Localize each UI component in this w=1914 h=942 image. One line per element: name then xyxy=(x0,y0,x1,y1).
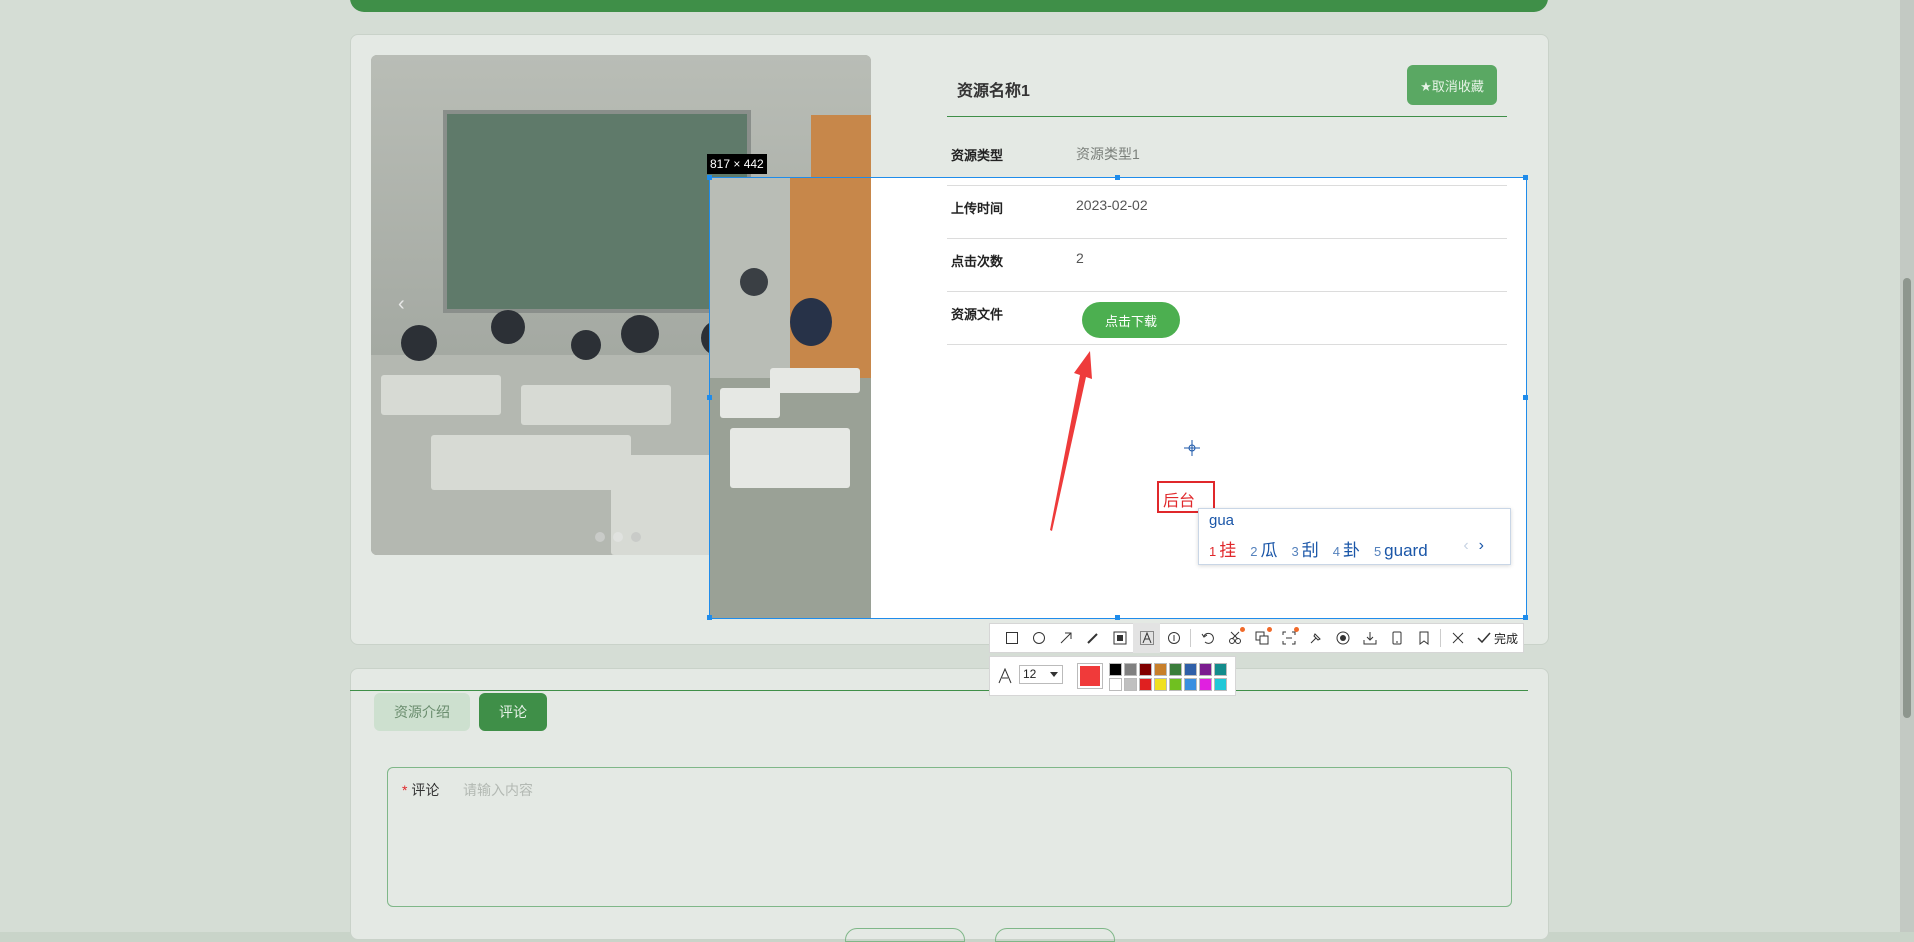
ocr-icon[interactable] xyxy=(1275,623,1302,653)
row-value-upload-time: 2023-02-02 xyxy=(1076,197,1148,213)
comment-textarea[interactable] xyxy=(387,767,1512,907)
crosshair-cursor-icon xyxy=(1184,440,1200,456)
comment-label: * 评论 xyxy=(402,782,440,798)
row-label-clicks: 点击次数 xyxy=(951,254,1004,269)
top-banner xyxy=(350,0,1548,12)
color-swatch[interactable] xyxy=(1199,678,1212,691)
translate-icon[interactable] xyxy=(1248,623,1275,653)
title-divider xyxy=(947,116,1507,117)
color-swatch[interactable] xyxy=(1184,678,1197,691)
color-swatch[interactable] xyxy=(1109,678,1122,691)
mosaic-tool-icon[interactable] xyxy=(1106,623,1133,653)
cut-icon[interactable] xyxy=(1221,623,1248,653)
color-swatch[interactable] xyxy=(1124,663,1137,676)
row-label-type: 资源类型 xyxy=(951,148,1004,163)
reset-button[interactable] xyxy=(995,928,1115,942)
ime-candidate-window: gua 1挂 2瓜 3刮 4卦 5 guard ‹ › xyxy=(1198,508,1511,565)
arrow-annotation xyxy=(1050,351,1092,531)
undo-icon[interactable] xyxy=(1194,623,1221,653)
record-icon[interactable] xyxy=(1329,623,1356,653)
row-divider xyxy=(947,291,1507,292)
ellipse-tool-icon[interactable] xyxy=(1025,623,1052,653)
color-swatch[interactable] xyxy=(1169,663,1182,676)
scrollbar[interactable] xyxy=(1900,0,1914,932)
check-icon xyxy=(1477,632,1491,644)
unfavorite-button[interactable]: ★取消收藏 xyxy=(1407,65,1497,105)
ime-candidate[interactable]: 5 guard xyxy=(1374,541,1428,561)
row-value-clicks: 2 xyxy=(1076,250,1084,266)
ime-prev-page-icon[interactable]: ‹ xyxy=(1463,537,1468,554)
row-label-file: 资源文件 xyxy=(951,307,1004,322)
row-divider xyxy=(947,344,1507,345)
tabs-divider xyxy=(350,690,1528,691)
color-swatch[interactable] xyxy=(1214,663,1227,676)
color-palette[interactable] xyxy=(1109,663,1227,691)
ime-next-page-icon[interactable]: › xyxy=(1479,537,1484,554)
selection-size-label: 817 × 442 xyxy=(707,154,767,174)
text-tool-icon[interactable] xyxy=(1133,623,1160,653)
arrow-tool-icon[interactable] xyxy=(1052,623,1079,653)
rectangle-tool-icon[interactable] xyxy=(998,623,1025,653)
download-button[interactable]: 点击下载 xyxy=(1082,302,1180,338)
cancel-icon[interactable] xyxy=(1444,623,1471,653)
tab-comments[interactable]: 评论 xyxy=(479,693,547,731)
carousel-prev-button[interactable]: ‹ xyxy=(398,293,405,316)
color-swatch[interactable] xyxy=(1139,663,1152,676)
tab-intro[interactable]: 资源介绍 xyxy=(374,693,470,731)
color-swatch[interactable] xyxy=(1124,678,1137,691)
color-swatch[interactable] xyxy=(1109,663,1122,676)
row-value-type: 资源类型1 xyxy=(1076,146,1140,162)
save-icon[interactable] xyxy=(1356,623,1383,653)
color-swatch[interactable] xyxy=(1154,678,1167,691)
color-swatch[interactable] xyxy=(1154,663,1167,676)
pin-icon[interactable] xyxy=(1302,623,1329,653)
phone-send-icon[interactable] xyxy=(1383,623,1410,653)
screenshot-toolbar: 完成 xyxy=(989,623,1524,653)
carousel-dots[interactable] xyxy=(595,532,641,542)
text-style-bar: 12 xyxy=(989,656,1236,696)
font-icon xyxy=(998,668,1012,684)
done-button[interactable]: 完成 xyxy=(1477,630,1518,647)
pen-tool-icon[interactable] xyxy=(1079,623,1106,653)
resource-title: 资源名称1 xyxy=(957,83,1030,100)
submit-button[interactable] xyxy=(845,928,965,942)
color-swatch[interactable] xyxy=(1214,678,1227,691)
comment-placeholder: 请输入内容 xyxy=(463,782,533,798)
color-swatch[interactable] xyxy=(1169,678,1182,691)
color-swatch[interactable] xyxy=(1184,663,1197,676)
ime-candidate[interactable]: 1挂 xyxy=(1209,536,1236,561)
ime-candidate[interactable]: 3刮 xyxy=(1291,536,1318,561)
color-swatch[interactable] xyxy=(1139,678,1152,691)
bookmark-icon[interactable] xyxy=(1410,623,1437,653)
color-swatch[interactable] xyxy=(1199,663,1212,676)
ime-candidate[interactable]: 4卦 xyxy=(1333,536,1360,561)
ime-composition: gua xyxy=(1209,512,1235,529)
ime-candidate[interactable]: 2瓜 xyxy=(1250,536,1277,561)
number-tool-icon[interactable] xyxy=(1160,623,1187,653)
font-size-select[interactable]: 12 xyxy=(1019,665,1063,684)
row-divider xyxy=(947,185,1507,186)
row-label-upload-time: 上传时间 xyxy=(951,201,1004,216)
row-divider xyxy=(947,238,1507,239)
current-color-swatch[interactable] xyxy=(1077,663,1103,689)
selection-photo-portion xyxy=(710,178,871,618)
